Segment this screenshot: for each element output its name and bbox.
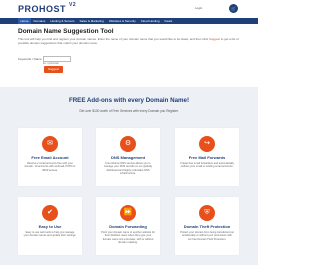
cart-icon[interactable]: 🛒 bbox=[229, 4, 238, 13]
nav-item-sales-marketing[interactable]: Sales & Marketing bbox=[77, 18, 106, 24]
addon-card-title: Domain Theft Protection bbox=[183, 224, 231, 229]
addons-title: FREE Add-ons with every Domain Name! bbox=[68, 97, 190, 104]
site-header: PROHOST V2 Login 🛒 bbox=[0, 0, 258, 18]
addon-card-title: Domain Forwarding bbox=[109, 224, 147, 229]
logo-version: V2 bbox=[69, 2, 77, 8]
nav-item-deals[interactable]: Deals bbox=[162, 18, 175, 24]
nav-item-domains[interactable]: Domains bbox=[31, 18, 48, 24]
lock-icon: ✔ bbox=[42, 205, 58, 221]
suggestion-tool: Domain Name Suggestion Tool This tool wi… bbox=[18, 28, 248, 65]
addon-card: ✔ Easy to Use Easy to use web tools to hel… bbox=[18, 197, 82, 255]
site-logo[interactable]: PROHOST V2 bbox=[18, 2, 77, 14]
nav-item-websites-security[interactable]: Websites & Security bbox=[106, 18, 138, 24]
addon-card: ⚙ DNS Management Free lifetime DNS service… bbox=[96, 128, 160, 186]
suggest-button[interactable]: Suggest bbox=[44, 66, 63, 73]
addon-card-description: Receive 2 email accounts free with your … bbox=[24, 162, 76, 172]
addon-card-title: Free Email Account bbox=[31, 155, 69, 160]
addon-card-title: Free Mail Forwards bbox=[188, 155, 226, 160]
nav-item-cloud-hosting[interactable]: Cloud Hosting bbox=[138, 18, 162, 24]
addons-section: FREE Add-ons with every Domain Name! Get… bbox=[0, 87, 258, 265]
nav-item-home[interactable]: Home bbox=[18, 18, 32, 24]
addon-card-description: Free lifetime DNS service allows you to … bbox=[103, 162, 153, 176]
nav-items: Home Domains Hosting & Servers Sales & Mark… bbox=[18, 18, 175, 24]
nav-item-hosting-servers[interactable]: Hosting & Servers bbox=[48, 18, 77, 24]
domain-forward-icon: ⏩ bbox=[120, 205, 136, 221]
login-link[interactable]: Login bbox=[195, 6, 202, 10]
addon-card-description: Easy to use web tools to help you manage… bbox=[23, 231, 77, 238]
addons-subtitle: Get over $100 worth of Free Services wit… bbox=[79, 109, 179, 113]
addon-card-title: Easy to Use bbox=[38, 224, 62, 229]
addon-card: ⏩ Domain Forwarding Point your domain name… bbox=[96, 197, 160, 255]
dns-icon: ⚙ bbox=[120, 136, 136, 152]
addon-card-title: DNS Management bbox=[110, 155, 145, 160]
tool-desc-highlight: Suggest bbox=[208, 37, 220, 41]
forward-icon: ↪ bbox=[199, 136, 215, 152]
addon-card: ⛨ Domain Theft Protection Protect your dom… bbox=[175, 197, 239, 255]
addon-card: ↪ Free Mail Forwards Create free email for… bbox=[175, 128, 239, 186]
addon-card: ✉ Free Email Account Receive 2 email accou… bbox=[18, 128, 82, 186]
keyword-label: Keywords / Name bbox=[18, 57, 42, 61]
shield-icon: ⛨ bbox=[199, 205, 215, 221]
keyword-hint: Ex: mydomain bbox=[43, 62, 59, 65]
tool-title: Domain Name Suggestion Tool bbox=[18, 28, 114, 35]
addon-card-description: Point your domain name to another websit… bbox=[101, 231, 155, 245]
addon-card-description: Protect your domain from being transferr… bbox=[180, 231, 234, 241]
tool-description: This tool will help you find and registe… bbox=[18, 37, 240, 45]
logo-text: PROHOST bbox=[18, 4, 67, 14]
mail-icon: ✉ bbox=[42, 136, 58, 152]
main-nav: Home Domains Hosting & Servers Sales & Mark… bbox=[0, 18, 258, 24]
addon-card-description: Create free email forwarders and automat… bbox=[180, 162, 234, 169]
